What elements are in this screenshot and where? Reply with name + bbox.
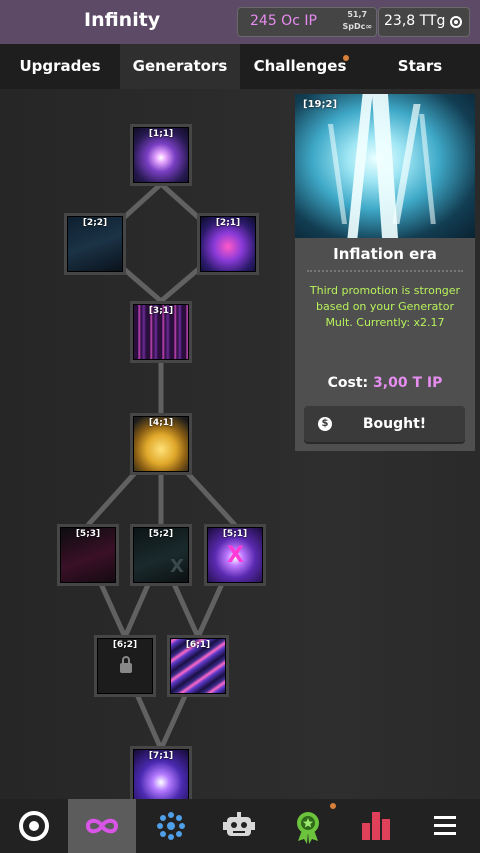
nav-target[interactable] bbox=[0, 799, 68, 853]
ip-rate-top: 51,7 bbox=[347, 10, 368, 19]
tab-upgrades-label: Upgrades bbox=[19, 57, 101, 75]
page-title: Infinity bbox=[84, 9, 161, 31]
upgrade-node[interactable]: [1;1] bbox=[130, 124, 192, 186]
coin-icon: $ bbox=[318, 417, 332, 431]
streaks-icon: [6;1] bbox=[170, 638, 226, 694]
tab-stars[interactable]: Stars bbox=[360, 44, 480, 89]
upgrade-image: [19;2] bbox=[295, 94, 475, 238]
dark-wave-icon: [2;2] bbox=[67, 216, 123, 272]
upgrade-name: Inflation era bbox=[333, 245, 437, 263]
nav-infinity[interactable] bbox=[68, 799, 136, 853]
lock-icon bbox=[120, 656, 132, 673]
upgrade-node[interactable]: [6;1] bbox=[167, 635, 229, 697]
nav-achievements[interactable] bbox=[274, 799, 342, 853]
rain-icon: [3;1] bbox=[133, 304, 189, 360]
cube-icon: [2;1] bbox=[200, 216, 256, 272]
tab-upgrades[interactable]: Upgrades bbox=[0, 44, 120, 89]
notification-dot bbox=[330, 803, 336, 809]
dark-hand-icon: [5;3] bbox=[60, 527, 116, 583]
coins-icon: [4;1] bbox=[133, 416, 189, 472]
ip-value: 245 Oc IP bbox=[250, 13, 317, 29]
nav-statistics[interactable] bbox=[342, 799, 410, 853]
node-label: [5;1] bbox=[222, 529, 248, 539]
node-label: [6;1] bbox=[185, 640, 211, 650]
node-label: [5;3] bbox=[75, 529, 101, 539]
header-bar: Infinity 245 Oc IP 51,7 SpDc∞ 23,8 TTg bbox=[0, 0, 480, 44]
upgrade-node[interactable]: [5;3] bbox=[57, 524, 119, 586]
tt-resource-box[interactable]: 23,8 TTg bbox=[378, 7, 470, 37]
nav-automation[interactable] bbox=[205, 799, 273, 853]
tab-bar: Upgrades Generators Challenges Stars bbox=[0, 44, 480, 89]
node-label: [5;2] bbox=[148, 529, 174, 539]
cost-value: 3,00 T IP bbox=[373, 375, 443, 391]
upgrade-description: Third promotion is stronger based on you… bbox=[309, 284, 461, 329]
node-label: [3;1] bbox=[148, 306, 174, 316]
tab-challenges[interactable]: Challenges bbox=[240, 44, 360, 89]
bar-chart-icon bbox=[362, 812, 390, 840]
nav-menu[interactable] bbox=[411, 799, 479, 853]
x-orbit-icon: [5;1] X bbox=[207, 527, 263, 583]
node-label: [1;1] bbox=[148, 129, 174, 139]
upgrade-node[interactable]: [2;1] bbox=[197, 213, 259, 275]
tab-generators-label: Generators bbox=[132, 57, 228, 75]
upgrade-info-panel: [19;2] Inflation era Third promotion is … bbox=[295, 94, 475, 451]
ip-resource-box[interactable]: 245 Oc IP 51,7 SpDc∞ bbox=[237, 7, 377, 37]
upgrade-node-locked[interactable]: [6;2] bbox=[94, 635, 156, 697]
upgrade-node[interactable]: [5;1] X bbox=[204, 524, 266, 586]
locked-node-art: [6;2] bbox=[97, 638, 153, 694]
ip-rate: 51,7 SpDc∞ bbox=[342, 9, 372, 33]
tab-generators[interactable]: Generators bbox=[120, 44, 240, 89]
robot-icon bbox=[223, 812, 255, 836]
infinity-icon bbox=[85, 818, 119, 834]
node-label: [7;1] bbox=[148, 751, 174, 761]
bought-button[interactable]: $ Bought! bbox=[304, 406, 465, 442]
tt-value: 23,8 TTg bbox=[384, 13, 446, 29]
panel-node-id: [19;2] bbox=[303, 99, 338, 110]
dots-circle-icon bbox=[157, 812, 185, 840]
upgrade-cost: Cost: 3,00 T IP bbox=[295, 375, 475, 391]
ip-rate-bottom: SpDc∞ bbox=[342, 22, 372, 31]
node-label: [4;1] bbox=[148, 418, 174, 428]
node-label: [6;2] bbox=[112, 640, 138, 650]
menu-icon bbox=[434, 816, 456, 835]
bottom-nav bbox=[0, 799, 480, 853]
nav-generators[interactable] bbox=[137, 799, 205, 853]
node-label: [2;2] bbox=[82, 218, 108, 228]
upgrade-node[interactable]: [2;2] bbox=[64, 213, 126, 275]
galaxy-icon: [1;1] bbox=[133, 127, 189, 183]
tab-stars-label: Stars bbox=[397, 57, 443, 75]
tab-challenges-label: Challenges bbox=[253, 57, 347, 75]
cost-label: Cost: bbox=[327, 375, 369, 391]
target-icon bbox=[19, 811, 49, 841]
notification-dot bbox=[343, 55, 349, 61]
node-label: [2;1] bbox=[215, 218, 241, 228]
upgrade-node[interactable]: [5;2] X bbox=[130, 524, 192, 586]
cards-icon: [7;1] bbox=[133, 749, 189, 805]
upgrade-node[interactable]: [4;1] bbox=[130, 413, 192, 475]
dark-x-icon: [5;2] X bbox=[133, 527, 189, 583]
upgrade-node[interactable]: [3;1] bbox=[130, 301, 192, 363]
bought-button-label: Bought! bbox=[362, 416, 427, 432]
divider bbox=[307, 270, 463, 272]
target-icon bbox=[450, 16, 462, 28]
